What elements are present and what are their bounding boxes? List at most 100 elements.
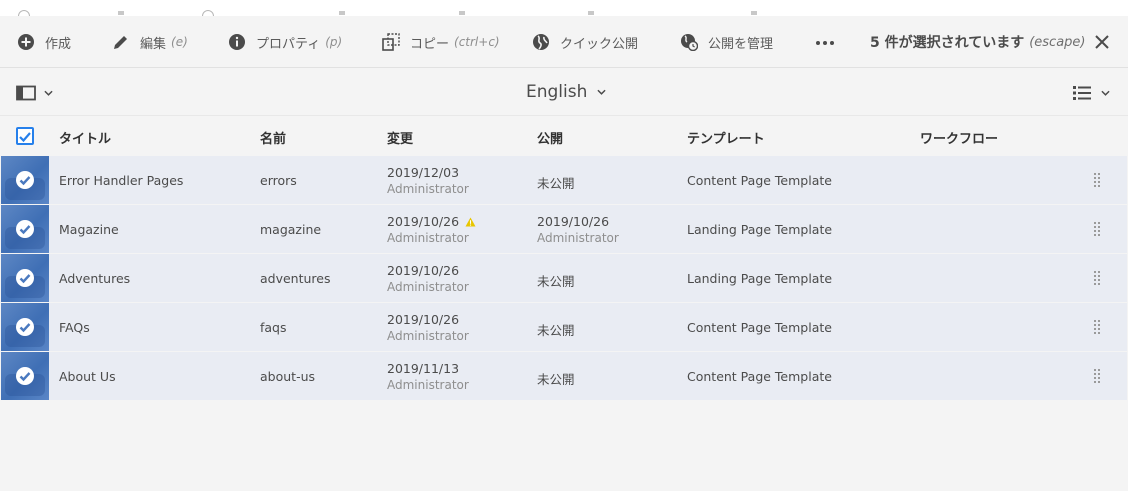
row-title: About Us: [59, 369, 116, 384]
row-template: Content Page Template: [687, 320, 832, 335]
cropped-icon: [588, 11, 594, 15]
row-modified-by: Administrator: [387, 378, 469, 392]
create-button[interactable]: 作成: [17, 16, 71, 68]
properties-label: プロパティ: [256, 36, 321, 52]
edit-label: 編集: [140, 36, 167, 52]
view-bar: English: [0, 68, 1128, 116]
selected-check-icon: [16, 269, 34, 287]
modified-date-text: 2019/10/26: [387, 263, 460, 278]
row-name: faqs: [260, 320, 287, 335]
row-modified-date: 2019/12/03: [387, 165, 459, 180]
selection-count: 5 件が選択されています (escape): [870, 16, 1085, 68]
column-header-workflow[interactable]: ワークフロー: [920, 128, 998, 147]
table-row[interactable]: Error Handler Pages errors 2019/12/03 Admin…: [1, 156, 1127, 204]
modified-date-text: 2019/10/26: [387, 214, 460, 229]
copy-shortcut: (ctrl+c): [454, 35, 500, 49]
row-thumbnail[interactable]: [1, 303, 49, 351]
add-circle-icon: [18, 34, 34, 50]
select-all-checkbox[interactable]: [16, 127, 34, 145]
table-row[interactable]: Magazine magazine 2019/10/26 Administrator 2…: [1, 205, 1127, 253]
row-modified-by: Administrator: [387, 231, 469, 245]
modified-date-text: 2019/11/13: [387, 361, 460, 376]
row-published: 2019/10/26: [537, 214, 610, 229]
column-header-name[interactable]: 名前: [260, 128, 286, 147]
drag-handle-icon[interactable]: [1094, 320, 1100, 334]
column-header-template[interactable]: テンプレート: [687, 128, 765, 147]
properties-shortcut: (p): [325, 35, 343, 49]
globe-clock-icon: [681, 34, 698, 51]
row-name: about-us: [260, 369, 316, 384]
drag-handle-icon[interactable]: [1094, 271, 1100, 285]
cropped-icon: [339, 11, 345, 15]
chevron-down-icon: [597, 89, 606, 95]
chevron-down-icon: [1101, 90, 1110, 96]
selection-action-bar: 作成 編集 (e) プロパティ (p) コピー (ctrl+c) クイック公開 …: [0, 16, 1128, 68]
manage-publication-button[interactable]: 公開を管理: [680, 16, 773, 68]
cropped-icon: [118, 11, 124, 15]
copy-label: コピー: [410, 36, 450, 52]
copy-button[interactable]: コピー (ctrl+c): [382, 16, 500, 68]
table-row[interactable]: Adventures adventures 2019/10/26 Administra…: [1, 254, 1127, 302]
selected-check-icon: [16, 367, 34, 385]
row-published: 未公開: [537, 372, 575, 387]
drag-handle-icon[interactable]: [1094, 173, 1100, 187]
row-thumbnail[interactable]: [1, 156, 49, 204]
column-header-title[interactable]: タイトル: [59, 128, 111, 147]
selected-check-icon: [16, 318, 34, 336]
row-modified-date: 2019/10/26: [387, 312, 459, 327]
table-header: タイトル 名前 変更 公開 テンプレート ワークフロー: [0, 116, 1128, 156]
row-thumbnail[interactable]: [1, 352, 49, 400]
row-title: Magazine: [59, 222, 119, 237]
row-published: 未公開: [537, 274, 575, 289]
properties-button[interactable]: プロパティ (p): [228, 16, 342, 68]
column-header-modified[interactable]: 変更: [387, 128, 413, 147]
row-name: adventures: [260, 271, 331, 286]
cropped-top-strip: [0, 0, 1128, 16]
row-name: errors: [260, 173, 297, 188]
copy-icon: [382, 33, 400, 51]
row-published: 未公開: [537, 176, 575, 191]
view-switcher-button[interactable]: [1073, 83, 1110, 103]
drag-handle-icon[interactable]: [1094, 222, 1100, 236]
column-header-published[interactable]: 公開: [537, 128, 563, 147]
row-title: FAQs: [59, 320, 90, 335]
close-icon[interactable]: [1094, 34, 1110, 50]
quick-publish-button[interactable]: クイック公開: [532, 16, 638, 68]
manage-publication-label: 公開を管理: [708, 36, 774, 52]
warning-icon: [465, 217, 476, 227]
row-thumbnail[interactable]: [1, 254, 49, 302]
edit-shortcut: (e): [171, 35, 188, 49]
table-row[interactable]: FAQs faqs 2019/10/26 Administrator 未公開 Conten…: [1, 303, 1127, 351]
modified-date-text: 2019/12/03: [387, 165, 460, 180]
row-published: 未公開: [537, 323, 575, 338]
rail-toggle-icon: [16, 85, 36, 101]
selection-count-text: 5 件が選択されています: [870, 35, 1025, 51]
pencil-icon: [114, 36, 127, 49]
row-published-by: Administrator: [537, 231, 619, 245]
selection-shortcut: (escape): [1029, 34, 1086, 50]
row-modified-date: 2019/10/26: [387, 263, 459, 278]
table-row[interactable]: About Us about-us 2019/11/13 Administrator 未…: [1, 352, 1127, 400]
language-selector[interactable]: English: [526, 68, 606, 116]
language-label: English: [526, 82, 588, 102]
create-label: 作成: [45, 36, 72, 52]
row-template: Landing Page Template: [687, 222, 833, 237]
cropped-icon: [459, 11, 465, 15]
edit-button[interactable]: 編集 (e): [112, 16, 188, 68]
checkmark-icon: [19, 132, 31, 143]
rail-toggle-button[interactable]: [16, 84, 56, 102]
row-title: Error Handler Pages: [59, 173, 184, 188]
row-modified-date: 2019/10/26: [387, 214, 476, 229]
modified-date-text: 2019/10/26: [387, 312, 460, 327]
selected-check-icon: [16, 220, 34, 238]
quick-publish-label: クイック公開: [560, 36, 639, 52]
list-view-icon: [1073, 86, 1091, 100]
row-modified-by: Administrator: [387, 182, 469, 196]
row-template: Content Page Template: [687, 369, 832, 384]
more-icon[interactable]: [815, 32, 835, 52]
row-thumbnail[interactable]: [1, 205, 49, 253]
selected-check-icon: [16, 171, 34, 189]
info-icon: [229, 34, 245, 50]
globe-icon: [533, 34, 549, 50]
drag-handle-icon[interactable]: [1094, 369, 1100, 383]
